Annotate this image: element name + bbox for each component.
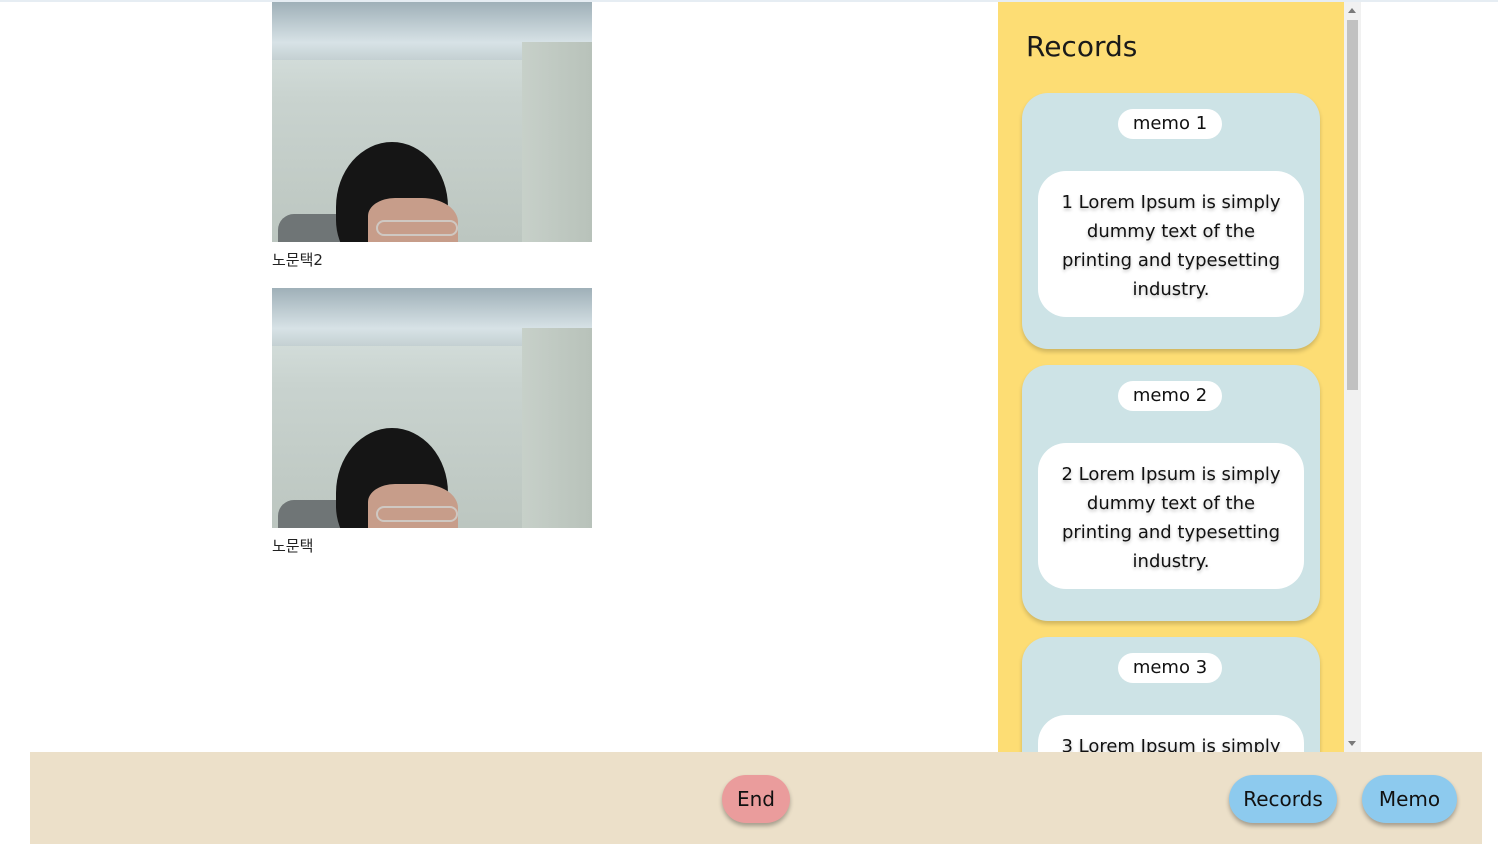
memo-card[interactable]: memo 1 1 Lorem Ipsum is simply dummy tex… [1022,93,1320,349]
participant-name: 노문택2 [272,251,323,269]
bottom-control-bar: End Records Memo [30,752,1482,844]
memo-button[interactable]: Memo [1362,775,1457,823]
scroll-thumb[interactable] [1347,20,1358,390]
memo-tag: memo 2 [1118,381,1222,411]
end-button[interactable]: End [722,775,790,823]
records-button[interactable]: Records [1229,775,1337,823]
scroll-up-arrow-icon[interactable] [1348,8,1356,13]
webcam-video [272,288,592,528]
memo-text: 1 Lorem Ipsum is simply dummy text of th… [1038,171,1304,317]
video-tile-1: 노문택2 [272,2,592,270]
scroll-down-arrow-icon[interactable] [1348,741,1356,746]
webcam-video [272,2,592,242]
memo-text: 3 Lorem Ipsum is simply [1038,715,1304,752]
memo-text: 2 Lorem Ipsum is simply dummy text of th… [1038,443,1304,589]
records-scrollbar[interactable] [1344,2,1361,752]
memo-card[interactable]: memo 2 2 Lorem Ipsum is simply dummy tex… [1022,365,1320,621]
records-title: Records [1026,30,1138,63]
memo-card[interactable]: memo 3 3 Lorem Ipsum is simply [1022,637,1320,752]
memo-tag: memo 1 [1118,109,1222,139]
records-panel[interactable]: Records memo 1 1 Lorem Ipsum is simply d… [998,2,1344,752]
video-tile-2: 노문택 [272,288,592,556]
participant-name: 노문택 [272,537,314,555]
memo-tag: memo 3 [1118,653,1222,683]
